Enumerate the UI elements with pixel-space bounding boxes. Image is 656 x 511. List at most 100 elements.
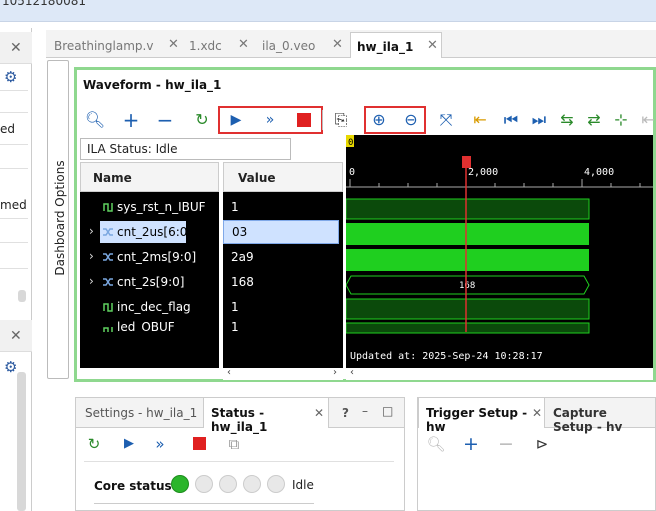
signal-row[interactable]: › cnt_2ms[9:0] <box>80 246 219 268</box>
value-scrollbar[interactable]: ‹ › <box>223 367 343 380</box>
export-icon[interactable]: ⎘ <box>329 108 353 132</box>
close-icon[interactable]: ✕ <box>168 37 179 52</box>
dashboard-options-tab[interactable]: Dashboard Options <box>47 60 69 379</box>
run-trigger-icon[interactable]: ▶ <box>119 434 139 454</box>
left-panel-item[interactable]: med <box>0 198 27 212</box>
scrollbar[interactable] <box>17 372 26 511</box>
value-row[interactable]: 03 <box>223 220 339 244</box>
value-row[interactable]: 168 <box>223 271 343 293</box>
status-led-active <box>171 475 189 493</box>
value-row[interactable]: 1 <box>223 296 343 318</box>
divider <box>0 242 28 243</box>
minimize-icon[interactable]: – <box>362 404 368 418</box>
signal-name: inc_dec_flag <box>117 300 191 314</box>
stop-icon[interactable] <box>189 434 209 454</box>
divider <box>0 168 28 169</box>
trace-sys-rst[interactable] <box>345 198 590 220</box>
tab-hw-ila[interactable]: hw_ila_1 ✕ <box>350 32 442 58</box>
waveform-display[interactable]: 0 0 2,000 4,000 168 Updated at: 2025-Sep… <box>345 135 653 368</box>
trace-cnt-2us[interactable] <box>346 223 589 245</box>
chevron-left-icon[interactable]: ‹ <box>227 367 231 378</box>
auto-rearm-icon[interactable]: ↻ <box>190 108 214 132</box>
scrollbar[interactable] <box>18 290 26 302</box>
ruler-label: 4,000 <box>584 167 614 178</box>
close-icon[interactable]: ✕ <box>427 38 438 53</box>
wave-scrollbar[interactable]: ‹ <box>346 367 653 380</box>
signal-row[interactable]: sys_rst_n_IBUF <box>80 196 219 218</box>
trigger-panel: Trigger Setup - hw ✕ Capture Setup - hv … <box>417 397 656 511</box>
status-led <box>219 475 237 493</box>
run-immediate-icon[interactable]: » <box>150 434 170 454</box>
divider <box>0 90 28 91</box>
gear-icon[interactable]: ⚙ <box>4 68 22 86</box>
go-to-marker-icon[interactable]: ⇤ <box>468 108 492 132</box>
value-column-header[interactable]: Value <box>223 162 343 192</box>
waveform-toolbar: 🔍︎ + − ↻ ▶ » ⎘ ⊕ ⊖ ⤧ ⇤ ⏮ ⏭ ⇆ ⇄ ⊹ ⇤ <box>79 106 656 134</box>
next-transition-icon[interactable]: ⇄ <box>582 108 606 132</box>
run-trigger-icon[interactable]: ▶ <box>224 108 248 132</box>
close-icon[interactable]: ✕ <box>314 406 324 420</box>
signal-name: cnt_2ms[9:0] <box>117 250 197 264</box>
help-icon[interactable]: ? <box>342 406 349 420</box>
tab-trigger-setup[interactable]: Trigger Setup - hw ✕ <box>418 398 545 434</box>
chevron-right-icon[interactable]: › <box>89 249 94 263</box>
close-icon[interactable]: ✕ <box>10 40 22 56</box>
waveform-svg[interactable]: 0 0 2,000 4,000 168 <box>345 135 653 368</box>
auto-rearm-icon[interactable]: ↻ <box>84 434 104 454</box>
chevron-right-icon[interactable]: › <box>89 224 94 238</box>
tab-label: 1.xdc <box>189 39 222 53</box>
previous-marker-icon[interactable]: ⇤ <box>636 108 656 132</box>
left-panel-item[interactable]: ed <box>0 122 15 136</box>
name-column-header[interactable]: Name <box>80 162 219 192</box>
trace-led[interactable] <box>345 322 590 334</box>
go-to-end-icon[interactable]: ⏭ <box>527 108 551 132</box>
tab-xdc[interactable]: 1.xdc ✕ <box>183 32 255 58</box>
previous-transition-icon[interactable]: ⇆ <box>555 108 579 132</box>
add-icon[interactable]: + <box>461 434 481 454</box>
chevron-right-icon[interactable]: › <box>89 274 94 288</box>
zoom-fit-icon[interactable]: ⤧ <box>434 108 458 132</box>
close-icon[interactable]: ✕ <box>10 328 22 344</box>
left-panel-header-2: ✕ <box>0 320 32 352</box>
value-row[interactable]: 1 <box>223 196 343 218</box>
close-icon[interactable]: ✕ <box>238 37 249 52</box>
zoom-out-icon[interactable]: ⊖ <box>399 108 423 132</box>
add-marker-icon[interactable]: ⊹ <box>609 108 633 132</box>
ruler-label: 0 <box>349 167 355 178</box>
trace-cnt-2s-label: 168 <box>459 281 475 291</box>
trigger-condition-icon[interactable]: ⊳ <box>532 434 552 454</box>
remove-icon[interactable]: − <box>153 108 177 132</box>
tab-label: ila_0.veo <box>262 39 316 53</box>
search-icon[interactable]: 🔍︎ <box>83 108 107 132</box>
chevron-left-icon[interactable]: ‹ <box>350 367 354 378</box>
waveform-panel: Waveform - hw_ila_1 🔍︎ + − ↻ ▶ » ⎘ ⊕ ⊖ ⤧… <box>74 67 656 382</box>
tab-label: Trigger Setup - hw <box>426 406 528 434</box>
marker-tag-label: 0 <box>348 138 353 148</box>
trace-cnt-2ms[interactable] <box>346 249 589 271</box>
close-icon[interactable]: ✕ <box>532 406 542 420</box>
tab-capture-setup[interactable]: Capture Setup - hv <box>546 398 655 434</box>
remove-icon[interactable]: − <box>496 434 516 454</box>
ila-status: ILA Status: Idle <box>80 138 291 160</box>
search-icon[interactable]: 🔍︎ <box>426 434 446 454</box>
trace-inc-dec-flag[interactable] <box>345 298 590 320</box>
signal-row[interactable]: › cnt_2s[9:0] <box>80 271 219 293</box>
tab-status[interactable]: Status - hw_ila_1 ✕ <box>203 398 329 434</box>
close-icon[interactable]: ✕ <box>332 37 343 52</box>
capture-icon[interactable]: ⧉ <box>224 434 244 454</box>
run-immediate-icon[interactable]: » <box>258 108 282 132</box>
value-row[interactable]: 1 <box>223 320 343 332</box>
signal-row[interactable]: inc_dec_flag <box>80 296 219 318</box>
signal-row[interactable]: led_OBUF <box>80 320 219 332</box>
tab-breathinglamp[interactable]: Breathinglamp.v ✕ <box>48 32 182 58</box>
stop-icon[interactable] <box>292 108 316 132</box>
zoom-in-icon[interactable]: ⊕ <box>367 108 391 132</box>
go-to-start-icon[interactable]: ⏮ <box>499 108 523 132</box>
chevron-right-icon[interactable]: › <box>333 367 337 378</box>
tab-ila-veo[interactable]: ila_0.veo ✕ <box>256 32 348 58</box>
signal-row[interactable]: › cnt_2us[6:0] <box>80 221 219 243</box>
value-row[interactable]: 2a9 <box>223 246 343 268</box>
add-icon[interactable]: + <box>119 108 143 132</box>
maximize-icon[interactable]: □ <box>382 404 393 418</box>
tab-settings[interactable]: Settings - hw_ila_1 <box>78 398 204 428</box>
